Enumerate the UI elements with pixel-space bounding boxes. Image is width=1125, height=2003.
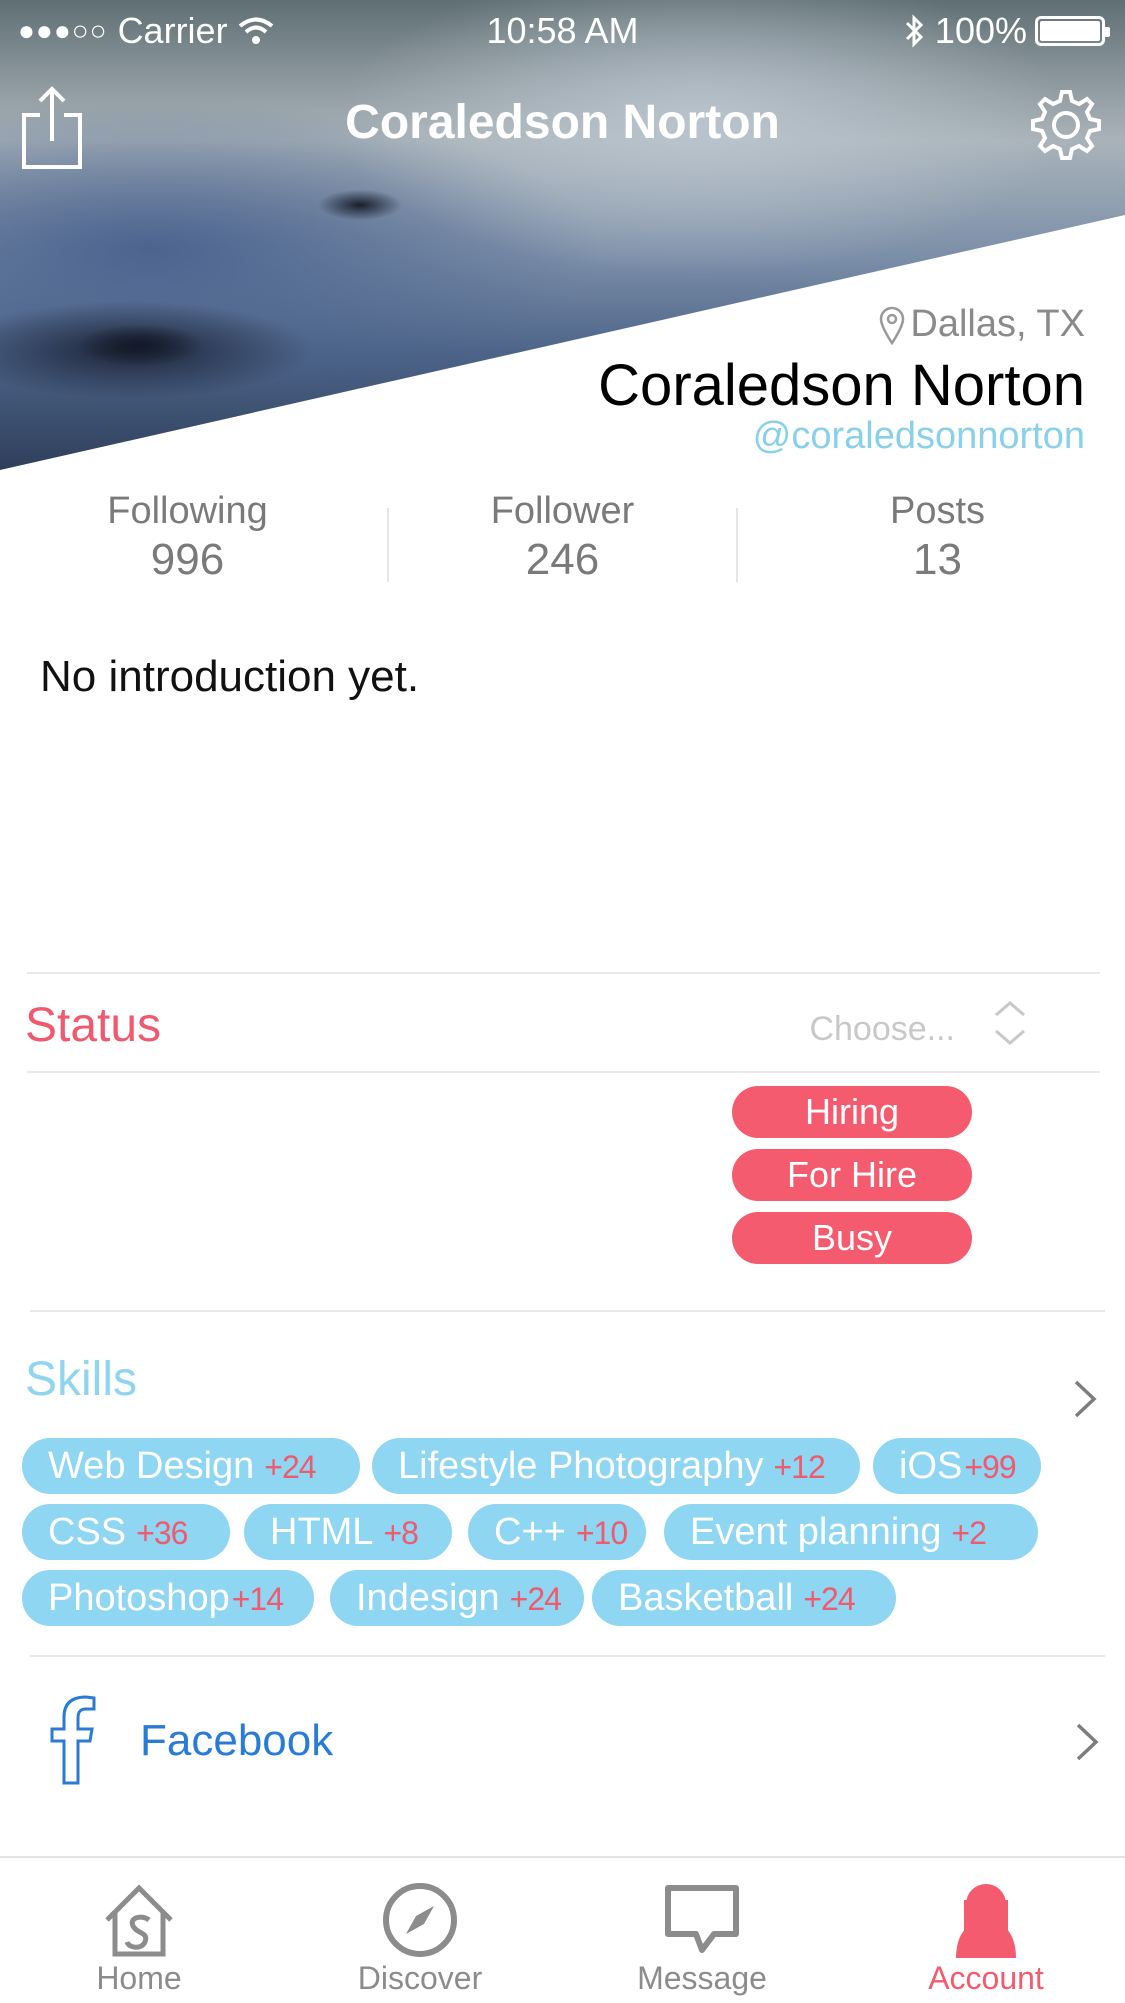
skill-tag[interactable]: Lifestyle Photography +12 <box>372 1438 860 1494</box>
skill-count: +36 <box>136 1515 188 1551</box>
skill-tag[interactable]: C++ +10 <box>468 1504 646 1560</box>
gear-icon <box>1031 90 1101 160</box>
status-option-for-hire[interactable]: For Hire <box>732 1149 972 1201</box>
skill-tag[interactable]: Basketball +24 <box>592 1570 896 1626</box>
skill-tag[interactable]: HTML +8 <box>244 1504 452 1560</box>
skill-tag[interactable]: Event planning +2 <box>664 1504 1038 1560</box>
skill-count: +24 <box>509 1581 562 1617</box>
tab-account[interactable]: Account <box>886 1858 1086 2003</box>
profile-stats: Following 996 Follower 246 Posts 13 <box>0 490 1125 590</box>
skill-name: Lifestyle Photography <box>398 1445 764 1487</box>
status-title: Status <box>25 999 162 1052</box>
status-bar: ●●●○○ Carrier 10:58 AM 100% <box>0 0 1125 60</box>
stat-label: Following <box>107 490 268 532</box>
tab-label: Discover <box>357 1960 483 1996</box>
status-option-busy[interactable]: Busy <box>732 1212 972 1264</box>
skill-name: Web Design <box>48 1445 255 1487</box>
tab-label: Message <box>637 1960 767 1996</box>
nav-title: Coraledson Norton <box>345 96 780 149</box>
profile-name: Coraledson Norton <box>598 353 1085 418</box>
tab-home[interactable]: Home <box>39 1858 239 2003</box>
location-pin-icon <box>880 306 905 345</box>
stat-divider <box>736 508 738 582</box>
skill-count: +8 <box>383 1515 418 1551</box>
skill-tag[interactable]: Web Design +24 <box>22 1438 360 1494</box>
chevron-right-icon[interactable] <box>1066 1374 1106 1424</box>
skill-name: iOS <box>899 1445 963 1487</box>
skill-count: +10 <box>575 1515 628 1551</box>
tab-label: Account <box>928 1960 1044 1996</box>
skill-name: C++ <box>494 1511 566 1553</box>
skill-name: Event planning <box>690 1511 942 1553</box>
skill-name: CSS <box>48 1511 127 1553</box>
facebook-icon <box>50 1695 96 1785</box>
divider <box>30 1310 1105 1312</box>
skill-count: +99 <box>964 1449 1016 1485</box>
stat-posts[interactable]: Posts 13 <box>750 490 1125 590</box>
compass-icon <box>383 1883 457 1957</box>
skill-count: +14 <box>231 1581 284 1617</box>
stat-following[interactable]: Following 996 <box>0 490 375 590</box>
status-options: Hiring For Hire Busy <box>732 1086 972 1275</box>
divider <box>27 972 1100 974</box>
facebook-label: Facebook <box>140 1716 334 1765</box>
battery-percent: 100% <box>934 10 1027 51</box>
skill-count: +24 <box>264 1449 316 1485</box>
chevron-right-icon <box>1076 1723 1099 1761</box>
stat-value: 246 <box>525 535 600 584</box>
tab-discover[interactable]: Discover <box>320 1858 520 2003</box>
skill-tag[interactable]: Photoshop+14 <box>22 1570 314 1626</box>
stat-value: 13 <box>913 535 962 584</box>
tab-bar: Home Discover Message Account <box>0 1856 1125 2001</box>
stat-label: Posts <box>889 490 986 532</box>
skill-tag[interactable]: Indesign +24 <box>330 1570 584 1626</box>
account-icon <box>956 1884 1016 1958</box>
skill-count: +2 <box>951 1515 986 1551</box>
skill-name: HTML <box>270 1511 374 1553</box>
up-down-chevron-icon[interactable] <box>990 993 1030 1053</box>
skills-title: Skills <box>25 1353 138 1406</box>
skill-count: +24 <box>803 1581 855 1617</box>
location-text: Dallas, TX <box>910 303 1085 345</box>
bluetooth-icon <box>905 14 924 48</box>
skill-tag[interactable]: iOS+99 <box>873 1438 1041 1494</box>
location: Dallas, TX <box>878 303 1085 346</box>
stat-label: Follower <box>490 490 635 532</box>
skill-name: Indesign <box>356 1577 500 1619</box>
skill-name: Photoshop <box>48 1577 230 1619</box>
stat-follower[interactable]: Follower 246 <box>375 490 750 590</box>
skill-name: Basketball <box>618 1577 794 1619</box>
skill-tag[interactable]: CSS +36 <box>22 1504 230 1560</box>
settings-button[interactable] <box>1029 88 1103 162</box>
introduction-text: No introduction yet. <box>40 652 420 701</box>
battery-icon <box>1035 16 1110 46</box>
divider <box>27 1071 1100 1073</box>
status-option-hiring[interactable]: Hiring <box>732 1086 972 1138</box>
profile-handle[interactable]: @coraledsonnorton <box>753 415 1085 458</box>
message-icon <box>665 1885 739 1953</box>
divider <box>30 1655 1105 1657</box>
tab-message[interactable]: Message <box>602 1858 802 2003</box>
status-select[interactable]: Choose... <box>809 1010 955 1049</box>
stat-value: 996 <box>150 535 225 584</box>
stat-divider <box>387 508 389 582</box>
skill-count: +12 <box>773 1449 825 1485</box>
tab-label: Home <box>96 1960 182 1996</box>
home-icon <box>105 1884 173 1957</box>
